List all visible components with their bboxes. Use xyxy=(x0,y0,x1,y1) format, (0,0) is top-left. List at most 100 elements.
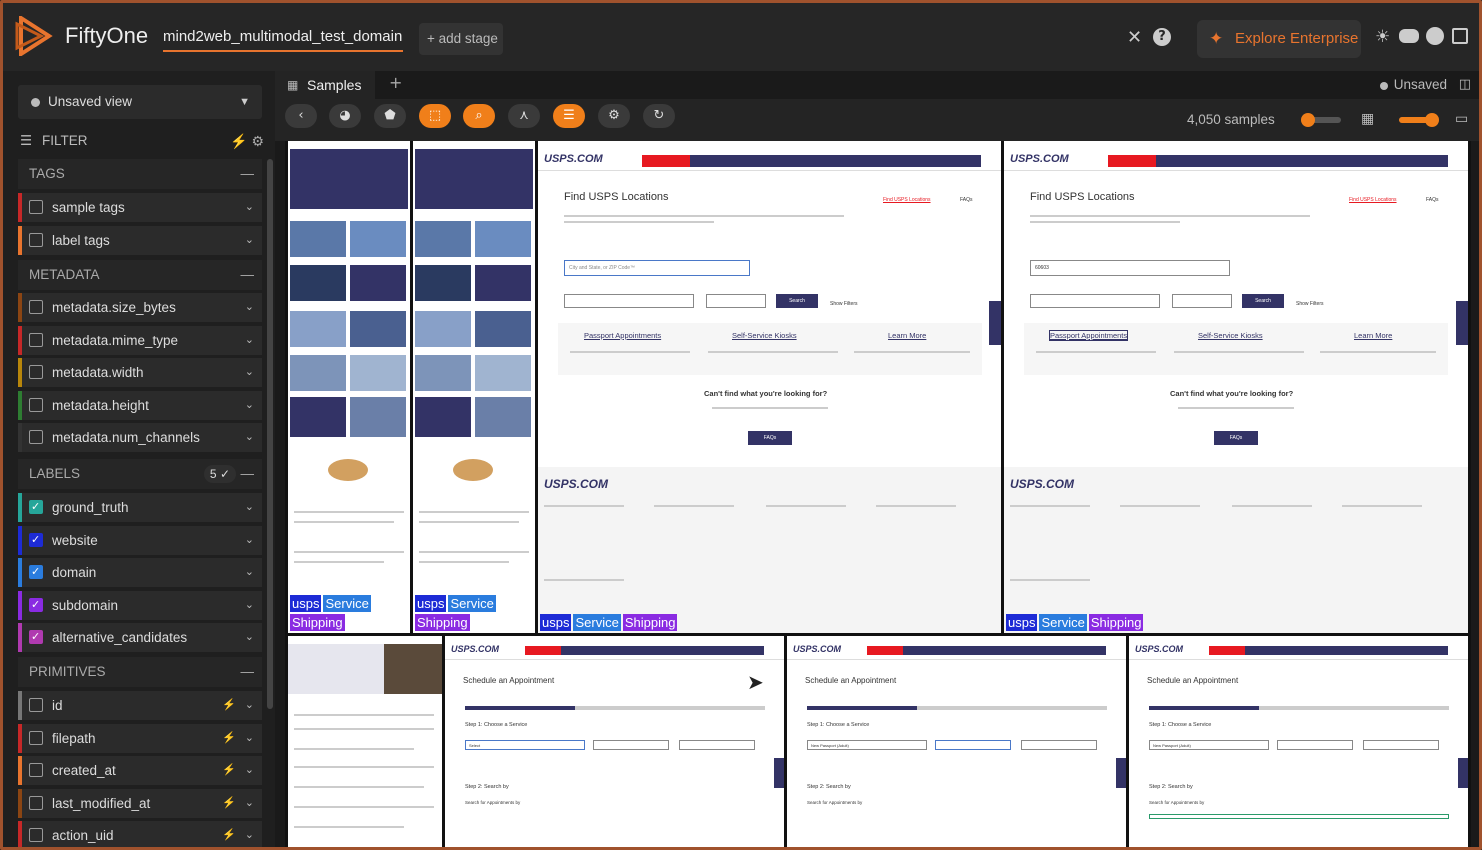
field-ground-truth[interactable]: ground_truth ⌄ xyxy=(18,493,262,522)
back-icon[interactable]: ‹ xyxy=(285,104,317,128)
field-checkbox[interactable] xyxy=(29,558,43,587)
grid-view-icon[interactable]: ▦ xyxy=(1361,111,1374,127)
sample-tile[interactable]: USPS.COM Find USPS Locations Find USPS L… xyxy=(1004,141,1468,633)
field-website[interactable]: website ⌄ xyxy=(18,525,262,555)
field-alternative-candidates[interactable]: alternative_candidates ⌄ xyxy=(18,623,262,653)
gear-icon[interactable]: ⚙ xyxy=(251,133,264,149)
collapse-icon[interactable]: — xyxy=(241,159,255,189)
chevron-down-icon[interactable]: ⌄ xyxy=(245,789,254,818)
field-id[interactable]: id ⚡ ⌄ xyxy=(18,691,262,720)
chevron-down-icon[interactable]: ⌄ xyxy=(245,591,254,620)
sample-tile[interactable]: USPS.COM Find USPS Locations Find USPS L… xyxy=(538,141,1001,633)
field-checkbox[interactable] xyxy=(29,300,43,314)
sample-tile[interactable]: USPS.COM Schedule an Appointment Step 1:… xyxy=(1129,636,1468,847)
sample-tile[interactable] xyxy=(288,636,442,847)
tag-icon[interactable]: ⬟ xyxy=(374,104,406,128)
chevron-down-icon[interactable]: ⌄ xyxy=(245,326,254,355)
collapse-icon[interactable]: — xyxy=(241,657,255,687)
field-metadata-mime-type[interactable]: metadata.mime_type ⌄ xyxy=(18,325,262,355)
field-checkbox[interactable] xyxy=(29,430,43,445)
add-tab-icon[interactable]: + xyxy=(389,73,402,92)
section-tags[interactable]: TAGS — xyxy=(18,159,262,189)
split-panel-icon[interactable]: ◫ xyxy=(1459,77,1471,92)
field-checkbox[interactable] xyxy=(29,232,43,247)
close-icon[interactable]: ✕ xyxy=(1127,27,1142,48)
field-checkbox[interactable] xyxy=(29,332,43,347)
slider-knob[interactable] xyxy=(1425,113,1439,127)
field-last-modified-at[interactable]: last_modified_at ⚡ ⌄ xyxy=(18,788,262,818)
chevron-down-icon[interactable]: ⌄ xyxy=(245,756,254,785)
discord-icon[interactable] xyxy=(1399,29,1419,43)
github-icon[interactable] xyxy=(1426,27,1444,45)
field-subdomain[interactable]: subdomain ⌄ xyxy=(18,590,262,620)
chevron-down-icon[interactable]: ⌄ xyxy=(245,358,254,387)
field-domain[interactable]: domain ⌄ xyxy=(18,558,262,588)
panel-icon[interactable] xyxy=(1452,28,1468,44)
search-icon[interactable]: ⌕ xyxy=(463,104,495,128)
fiftyone-logo-icon[interactable] xyxy=(15,16,53,56)
chevron-down-icon[interactable]: ⌄ xyxy=(245,724,254,753)
dataset-name[interactable]: mind2web_multimodal_test_domain xyxy=(163,28,402,45)
sun-icon[interactable]: ☀ xyxy=(1375,27,1390,47)
field-checkbox[interactable] xyxy=(29,526,43,555)
explore-enterprise-button[interactable]: ✦ Explore Enterprise xyxy=(1197,20,1361,58)
section-labels[interactable]: LABELS 5 ✓ — xyxy=(18,459,262,489)
collapse-icon[interactable]: — xyxy=(241,459,255,489)
field-created-at[interactable]: created_at ⚡ ⌄ xyxy=(18,756,262,786)
bolt-icon[interactable]: ⚡ xyxy=(222,756,236,785)
slider-knob[interactable] xyxy=(1301,113,1315,127)
sample-tile[interactable]: usps Service Shipping xyxy=(288,141,410,633)
field-checkbox[interactable] xyxy=(29,365,43,380)
sample-tile[interactable]: USPS.COM Schedule an Appointment Step 1:… xyxy=(787,636,1126,847)
chevron-down-icon[interactable]: ⌄ xyxy=(245,293,254,322)
chevron-down-icon[interactable]: ⌄ xyxy=(245,493,254,522)
chevron-down-icon[interactable]: ⌄ xyxy=(245,423,254,452)
bolt-icon[interactable]: ⚡ xyxy=(230,133,247,149)
field-checkbox[interactable] xyxy=(29,795,43,810)
field-checkbox[interactable] xyxy=(29,493,43,522)
field-action-uid[interactable]: action_uid ⚡ ⌄ xyxy=(18,821,262,847)
labels-count-badge[interactable]: 5 ✓ xyxy=(203,465,236,483)
chevron-down-icon[interactable]: ⌄ xyxy=(245,391,254,420)
field-label-tags[interactable]: label tags ⌄ xyxy=(18,225,262,255)
filter-actions[interactable]: ⚡ ⚙ xyxy=(230,129,264,153)
selection-icon[interactable]: ⬚ xyxy=(419,104,451,128)
field-checkbox[interactable] xyxy=(29,623,43,652)
field-metadata-width[interactable]: metadata.width ⌄ xyxy=(18,358,262,388)
bolt-icon[interactable]: ⚡ xyxy=(222,724,236,753)
help-icon[interactable]: ? xyxy=(1153,28,1171,46)
chevron-down-icon[interactable]: ⌄ xyxy=(245,691,254,720)
chevron-down-icon[interactable]: ⌄ xyxy=(245,193,254,222)
size-slider[interactable] xyxy=(1399,113,1439,127)
field-checkbox[interactable] xyxy=(29,591,43,620)
add-stage-input[interactable]: + add stage xyxy=(419,23,503,55)
section-primitives[interactable]: PRIMITIVES — xyxy=(18,657,262,687)
field-metadata-height[interactable]: metadata.height ⌄ xyxy=(18,390,262,420)
field-checkbox[interactable] xyxy=(29,730,43,745)
field-filepath[interactable]: filepath ⚡ ⌄ xyxy=(18,723,262,753)
bolt-icon[interactable]: ⚡ xyxy=(222,691,236,720)
field-checkbox[interactable] xyxy=(29,763,43,778)
field-checkbox[interactable] xyxy=(29,698,43,712)
sample-tile[interactable]: usps Service Shipping xyxy=(413,141,535,633)
field-metadata-size-bytes[interactable]: metadata.size_bytes ⌄ xyxy=(18,293,262,322)
fullscreen-icon[interactable]: ▭ xyxy=(1455,111,1468,127)
chevron-down-icon[interactable]: ⌄ xyxy=(245,821,254,847)
field-checkbox[interactable] xyxy=(29,828,43,843)
sidebar-scrollbar[interactable] xyxy=(267,159,273,709)
section-metadata[interactable]: METADATA — xyxy=(18,260,262,290)
chevron-down-icon[interactable]: ⌄ xyxy=(245,226,254,255)
refresh-icon[interactable]: ↻ xyxy=(643,104,675,128)
field-checkbox[interactable] xyxy=(29,397,43,412)
list-icon[interactable]: ☰ xyxy=(553,104,585,128)
field-sample-tags[interactable]: sample tags ⌄ xyxy=(18,193,262,222)
palette-icon[interactable]: ◕ xyxy=(329,104,361,128)
chevron-down-icon[interactable]: ⌄ xyxy=(245,526,254,555)
chevron-down-icon[interactable]: ⌄ xyxy=(245,558,254,587)
field-metadata-num-channels[interactable]: metadata.num_channels ⌄ xyxy=(18,423,262,453)
app-name[interactable]: FiftyOne xyxy=(65,23,148,49)
settings-icon[interactable]: ⚙ xyxy=(598,104,630,128)
field-checkbox[interactable] xyxy=(29,200,43,214)
merge-icon[interactable]: ⋏ xyxy=(508,104,540,128)
chevron-down-icon[interactable]: ⌄ xyxy=(245,623,254,652)
